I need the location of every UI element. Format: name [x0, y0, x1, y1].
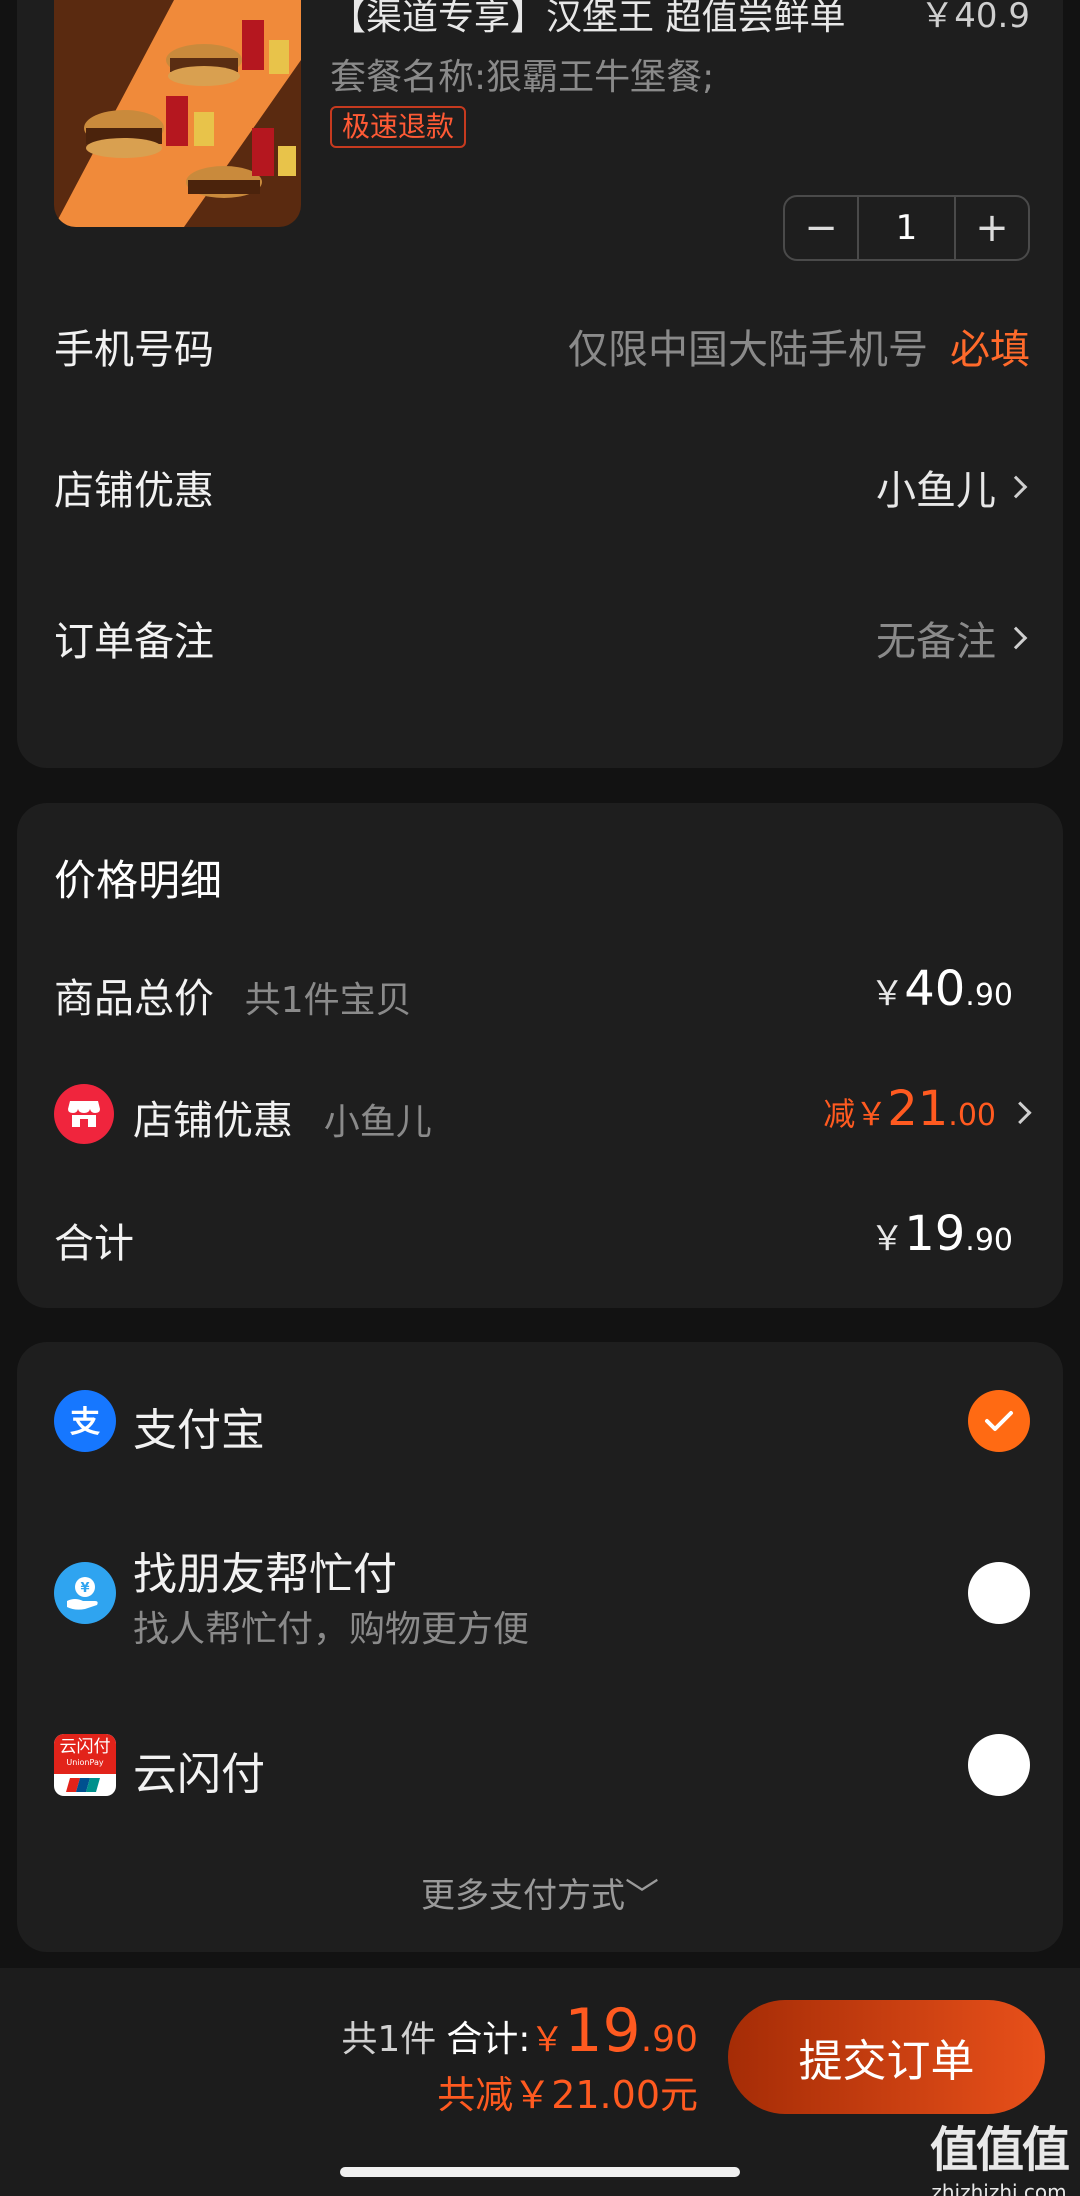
order-note-label: 订单备注	[54, 619, 214, 665]
fast-refund-badge: 极速退款	[330, 106, 467, 148]
home-indicator[interactable]	[340, 2167, 740, 2177]
store-coupon-selector[interactable]: 小鱼儿	[876, 458, 1030, 516]
checkout-bar: 共1件 合计: ￥ 19 .90 共减￥21.00元 提交订单	[0, 1968, 1080, 2196]
chevron-right-icon	[1004, 475, 1028, 499]
unionpay-icon-text: 云闪付	[59, 1737, 111, 1757]
bottom-yen: ￥	[530, 2020, 565, 2060]
required-badge: 必填	[950, 327, 1030, 373]
bottom-total-int: 19	[564, 1996, 641, 2066]
quantity-value[interactable]: 1	[857, 197, 956, 259]
total-dec: .90	[965, 1223, 1013, 1258]
price-detail-card: 价格明细 商品总价 共1件宝贝 ￥ 40 .90 店铺优惠 小鱼儿 减￥ 21 …	[17, 803, 1063, 1308]
watermark: 值值值 zhizhizhi.com	[929, 2110, 1070, 2196]
product-spec: 套餐名称:狠霸王牛堡餐;	[330, 57, 715, 98]
store-coupon-value[interactable]: 小鱼儿	[876, 458, 996, 516]
bottom-count: 共1件	[341, 2019, 437, 2060]
total-value: ￥ 19 .90	[870, 1206, 1013, 1262]
yen-symbol: ￥	[870, 974, 905, 1014]
order-card: 【渠道专享】汉堡王 超值尝鲜单 ￥40.9 套餐名称:狠霸王牛堡餐; 极速退款 …	[17, 0, 1063, 768]
more-payment-methods-button[interactable]: 更多支付方式﹀	[0, 1868, 1080, 1917]
product-title[interactable]: 【渠道专享】汉堡王 超值尝鲜单	[330, 0, 845, 40]
alipay-label[interactable]: 支付宝	[133, 1394, 265, 1458]
svg-text:¥: ¥	[80, 1581, 89, 1596]
checkout-page: 【渠道专享】汉堡王 超值尝鲜单 ￥40.9 套餐名称:狠霸王牛堡餐; 极速退款 …	[0, 0, 1080, 2196]
decrease-button[interactable]: −	[785, 197, 857, 259]
price-detail-title: 价格明细	[54, 856, 223, 905]
goods-total-int: 40	[904, 961, 966, 1017]
bottom-total-dec: .90	[640, 2019, 698, 2060]
watermark-url: zhizhizhi.com	[931, 2180, 1067, 2196]
yen-symbol: ￥	[870, 1219, 905, 1259]
store-coupon-label: 店铺优惠	[54, 468, 214, 514]
unionpay-label[interactable]: 云闪付	[133, 1738, 265, 1802]
alipay-radio[interactable]	[968, 1390, 1030, 1452]
chevron-right-icon	[1004, 626, 1028, 650]
goods-total-label: 商品总价	[54, 976, 214, 1022]
alipay-icon: 支	[54, 1390, 116, 1452]
store-discount-name: 小鱼儿	[323, 1102, 432, 1143]
unionpay-radio[interactable]	[968, 1734, 1030, 1796]
phone-placeholder[interactable]: 仅限中国大陆手机号	[568, 317, 928, 375]
order-note-selector[interactable]: 无备注	[876, 609, 1030, 667]
store-icon	[54, 1084, 114, 1144]
discount-prefix: 减￥	[823, 1095, 888, 1133]
unionpay-icon-sub: UnionPay	[66, 1758, 104, 1767]
unionpay-icon: 云闪付 UnionPay	[54, 1734, 116, 1796]
product-price: ￥40.9	[920, 0, 1030, 36]
store-discount-value[interactable]: 减￥ 21 .00	[823, 1081, 1032, 1137]
svg-text:支: 支	[70, 1405, 100, 1440]
friend-pay-label[interactable]: 找朋友帮忙付	[133, 1538, 397, 1602]
goods-total-dec: .90	[965, 978, 1013, 1013]
store-discount-label: 店铺优惠	[133, 1098, 293, 1144]
bottom-total: 共1件 合计: ￥ 19 .90	[341, 1996, 698, 2066]
watermark-logo: 值值值	[929, 2122, 1070, 2178]
total-label: 合计	[54, 1221, 134, 1267]
product-image[interactable]	[54, 0, 301, 227]
friend-pay-icon: ¥	[54, 1562, 116, 1624]
friend-pay-sub: 找人帮忙付，购物更方便	[133, 1609, 530, 1650]
quantity-stepper[interactable]: − 1 +	[783, 195, 1030, 261]
phone-label: 手机号码	[54, 327, 214, 373]
friend-pay-radio[interactable]	[968, 1562, 1030, 1624]
increase-button[interactable]: +	[956, 197, 1028, 259]
submit-order-button[interactable]: 提交订单	[728, 2000, 1045, 2114]
discount-dec: .00	[948, 1098, 996, 1133]
discount-int: 21	[887, 1081, 949, 1137]
bottom-total-label: 合计:	[446, 2019, 531, 2060]
goods-count: 共1件宝贝	[244, 980, 412, 1021]
payment-card: 支 支付宝 ¥ 找朋友帮忙付 找人帮忙付，购物更方便 云闪付 UnionPay	[17, 1342, 1063, 1952]
store-discount-row: 店铺优惠 小鱼儿	[133, 1088, 432, 1146]
total-int: 19	[904, 1206, 966, 1262]
goods-total-row: 商品总价 共1件宝贝	[54, 966, 412, 1024]
chevron-right-icon	[1008, 1101, 1032, 1125]
phone-field[interactable]: 仅限中国大陆手机号 必填	[568, 317, 1030, 375]
goods-total-value: ￥ 40 .90	[870, 961, 1013, 1017]
bottom-saved: 共减￥21.00元	[437, 2073, 698, 2117]
order-note-value[interactable]: 无备注	[876, 609, 996, 667]
